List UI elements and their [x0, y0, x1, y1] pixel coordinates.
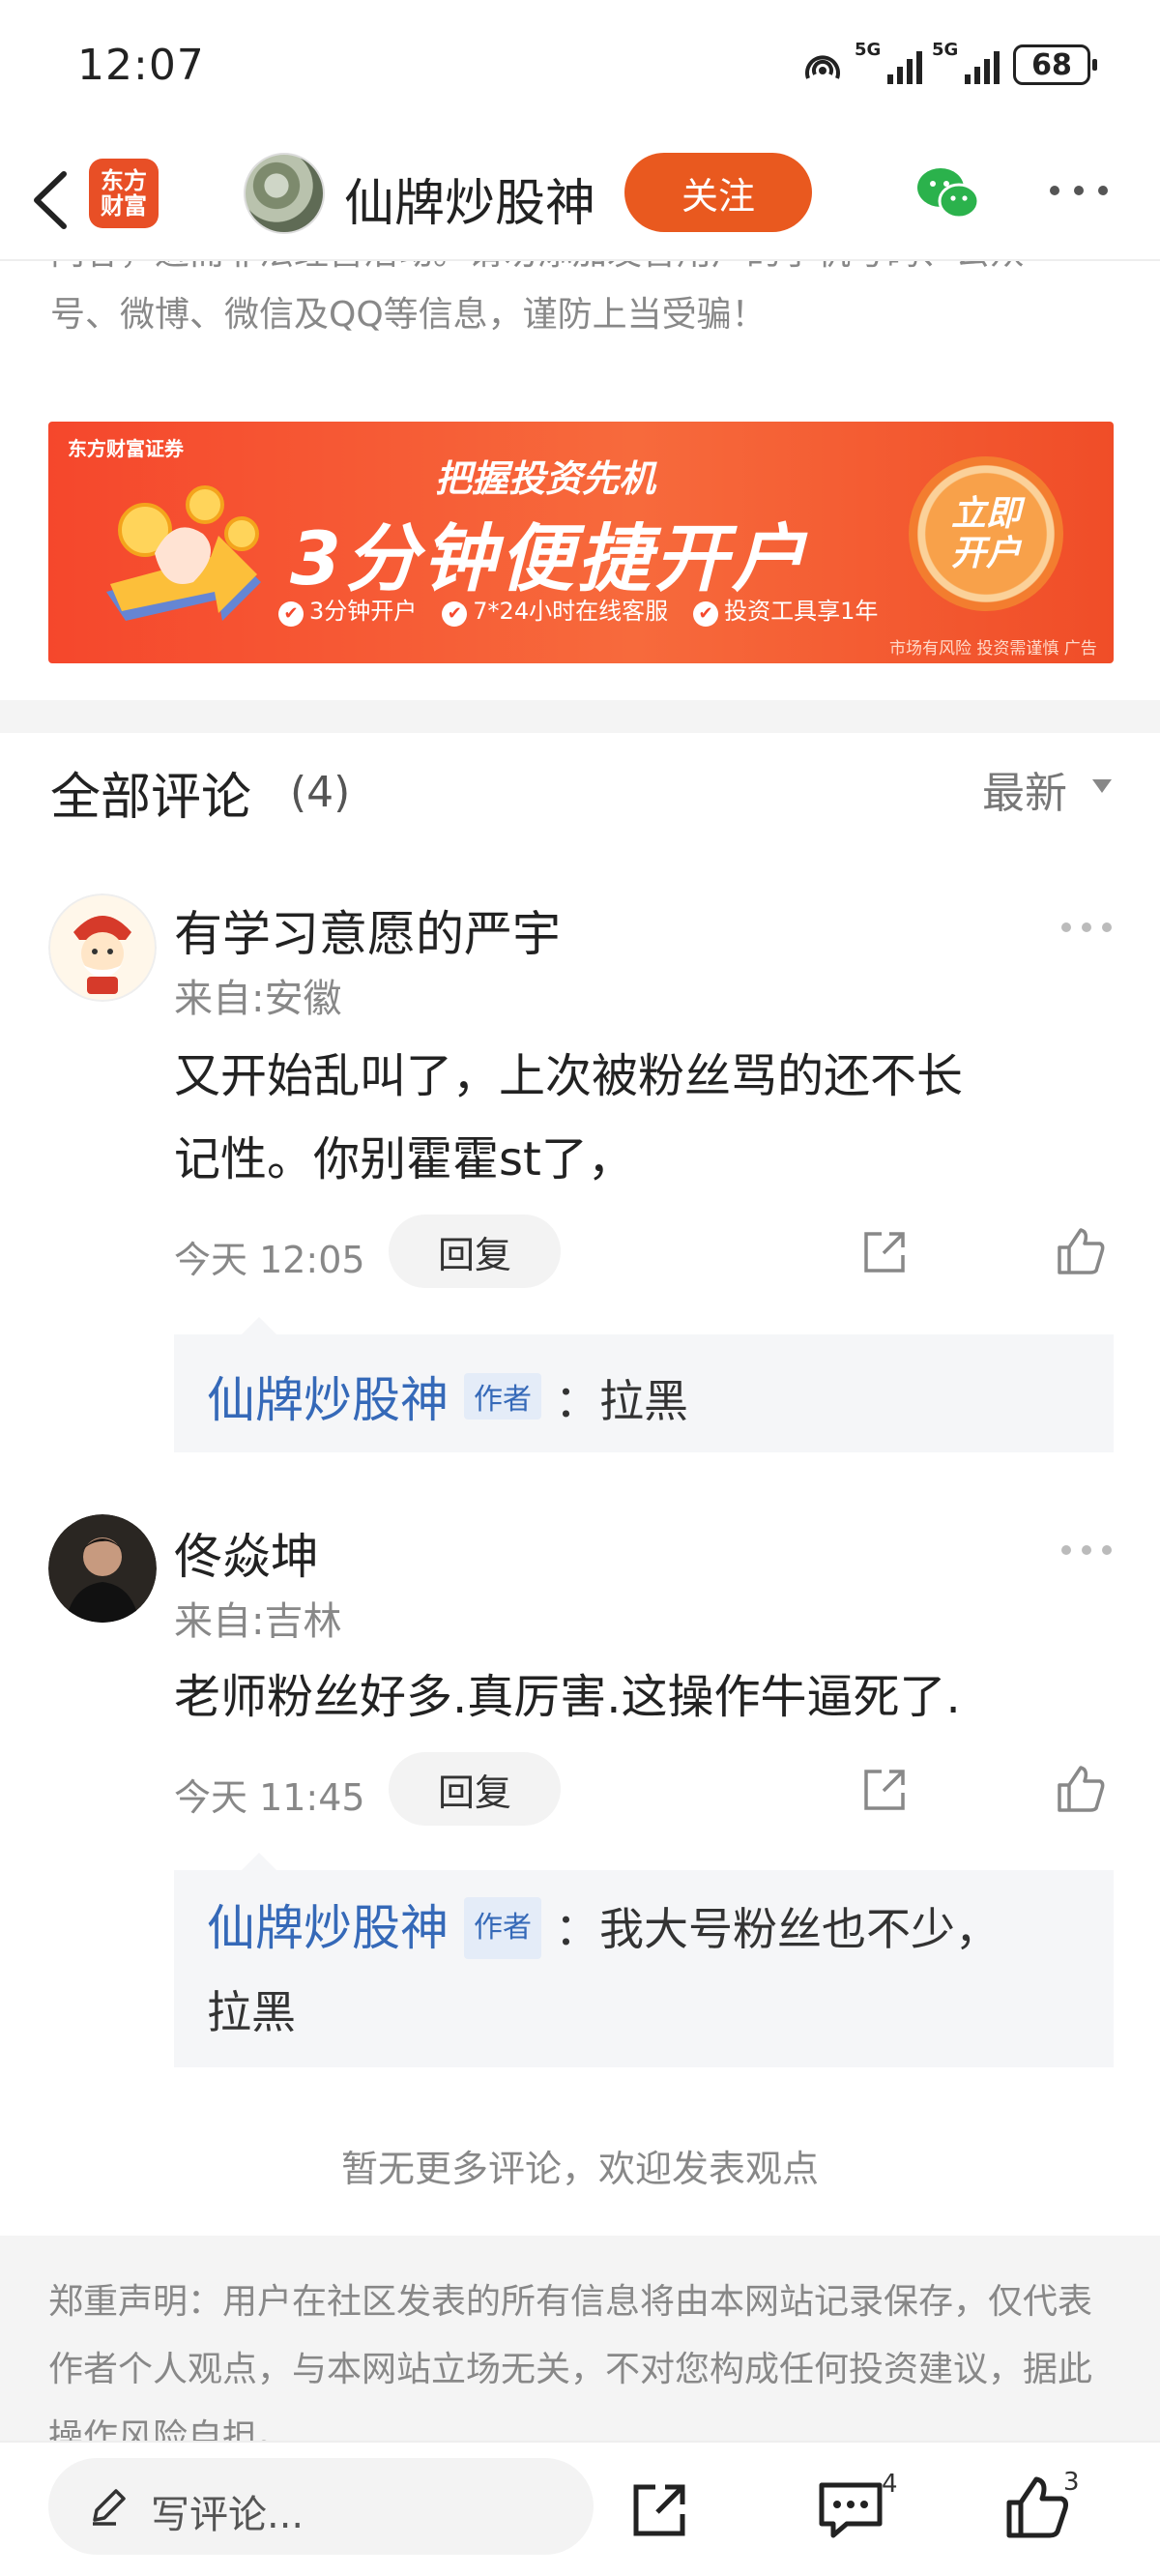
comment-more-icon[interactable] [1061, 1545, 1112, 1557]
banner-risk-note: 市场有风险 投资需谨慎 广告 [889, 639, 1097, 659]
comment-more-icon[interactable] [1061, 922, 1112, 934]
comment-text-line: 老师粉丝好多.真厉害.这操作牛逼死了. [174, 1670, 961, 1724]
logo-line2: 财富 [101, 192, 147, 220]
bottom-action-bar: 写评论... 4 3 [0, 2441, 1160, 2576]
logo-line1: 东方 [101, 166, 147, 194]
reply-button[interactable]: 回复 [389, 1752, 561, 1826]
like-count-badge: 3 [1063, 2468, 1080, 2497]
share-icon[interactable] [628, 2479, 690, 2541]
comment-text: 老师粉丝好多.真厉害.这操作牛逼死了. [174, 1655, 1102, 1739]
share-icon[interactable] [860, 1228, 909, 1276]
comment-author[interactable]: 有学习意愿的严宇 [174, 895, 561, 965]
notice-line2: 号、微博、微信及QQ等信息，谨防上当受骗！ [50, 295, 767, 335]
cta-line1: 立即 [950, 493, 1021, 534]
share-icon[interactable] [860, 1766, 909, 1814]
disclaimer: 郑重声明：用户在社区发表的所有信息将由本网站记录保存，仅代表作者个人观点，与本网… [0, 2236, 1160, 2441]
comment-time: 今天 12:05 [174, 1239, 365, 1281]
like-icon[interactable] [1056, 1226, 1106, 1276]
banner-brand: 东方财富证券 [68, 437, 184, 460]
reply-text-line2: 拉黑 [207, 1986, 296, 2038]
banner-cta-button[interactable]: 立即 开户 [909, 456, 1063, 611]
comment-count-badge: 4 [882, 2470, 898, 2499]
reply-text: ：拉黑 [555, 1375, 688, 1427]
banner-feature: 3分钟开户 [278, 592, 417, 627]
hotspot-icon [805, 55, 840, 79]
banner-features: 3分钟开户 7*24小时在线客服 投资工具享1年 [278, 592, 878, 627]
user-avatar[interactable] [48, 1514, 157, 1623]
pen-icon [93, 2489, 126, 2526]
account-open-banner[interactable]: 东方财富证券 把握投资先机 3分钟便捷开户 3分钟开户 7*24小时在线客服 投… [48, 422, 1114, 663]
comment-author[interactable]: 佟焱坤 [174, 1518, 319, 1588]
cta-line2: 开户 [950, 534, 1021, 573]
author-avatar[interactable] [244, 153, 325, 234]
banner-feature: 7*24小时在线客服 [442, 592, 668, 627]
comment-input-placeholder: 写评论... [151, 2493, 304, 2537]
comment-input[interactable]: 写评论... [48, 2458, 594, 2555]
battery-icon: 68 [1013, 44, 1097, 85]
comment-text-line: 又开始乱叫了，上次被粉丝骂的还不长 [174, 1049, 964, 1103]
banner-feature: 投资工具享1年 [693, 592, 878, 627]
signal-1-label: 5G [855, 40, 882, 60]
coin-hand-icon [106, 485, 261, 621]
status-bar: 12:07 5G 5G 68 [0, 0, 1160, 145]
app-logo[interactable]: 东方 财富 [89, 159, 159, 228]
author-reply: 仙牌炒股神 作者 ：我大号粉丝也不少， 拉黑 [174, 1853, 1114, 2067]
author-reply: 仙牌炒股神 作者 ：拉黑 [174, 1317, 1114, 1452]
section-divider [0, 700, 1160, 733]
author-badge: 作者 [464, 1897, 541, 1959]
author-name[interactable]: 仙牌炒股神 [344, 162, 595, 235]
reply-author[interactable]: 仙牌炒股神 [207, 1372, 449, 1428]
comment-location: 来自:吉林 [174, 1599, 342, 1644]
signal-1-icon: 5G [855, 40, 922, 84]
reply-text: ：我大号粉丝也不少， [555, 1903, 1000, 1955]
comment-text: 又开始乱叫了，上次被粉丝骂的还不长 记性。你别霍霍st了， [174, 1035, 1102, 1201]
wechat-icon[interactable] [914, 164, 982, 222]
status-time: 12:07 [77, 41, 205, 90]
comment-time: 今天 11:45 [174, 1776, 365, 1819]
user-avatar[interactable] [48, 893, 157, 1002]
banner-headline: 把握投资先机 [435, 457, 656, 500]
no-more-comments: 暂无更多评论，欢迎发表观点 [340, 2148, 819, 2190]
follow-button[interactable]: 关注 [624, 153, 812, 232]
banner-big-text: 3分钟便捷开户 [290, 515, 809, 601]
author-badge: 作者 [464, 1373, 541, 1420]
comments-title: 全部评论 [50, 769, 252, 827]
comments-count: (4) [290, 768, 351, 817]
like-icon[interactable] [1056, 1764, 1106, 1814]
signal-2-icon: 5G [932, 40, 1000, 84]
signal-2-label: 5G [932, 40, 959, 60]
comment-location: 来自:安徽 [174, 977, 342, 1021]
caret-down-icon[interactable] [1092, 779, 1112, 793]
comment-text-line: 记性。你别霍霍st了， [174, 1132, 634, 1186]
back-icon[interactable] [27, 166, 73, 234]
more-icon[interactable] [1050, 186, 1108, 201]
reply-button[interactable]: 回复 [389, 1215, 561, 1288]
like-icon[interactable] [1003, 2475, 1069, 2541]
comment-icon[interactable] [818, 2479, 884, 2539]
top-nav: 东方 财富 仙牌炒股神 关注 [0, 145, 1160, 261]
sort-dropdown[interactable]: 最新 [982, 758, 1067, 820]
status-icons: 5G 5G 68 [800, 40, 1097, 85]
reply-author[interactable]: 仙牌炒股神 [207, 1900, 449, 1956]
